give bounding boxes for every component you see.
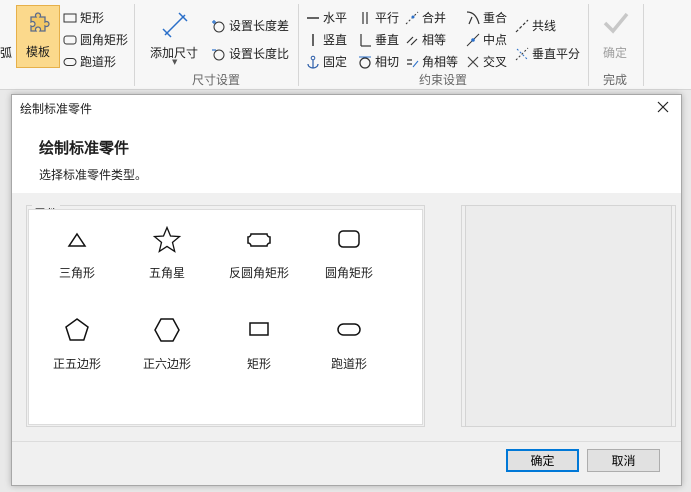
constraint-coincident-button[interactable]: 重合: [466, 9, 507, 26]
dialog-heading: 绘制标准零件: [39, 139, 130, 157]
ribbon: 弧 模板 矩形 圆角矩形 跑道形 添加尺寸 ▼ 设置长度差 设置长度比 尺寸设置…: [0, 0, 691, 90]
part-rounded-rect[interactable]: 圆角矩形: [307, 226, 391, 296]
anchor-icon: [307, 55, 319, 69]
coincident-icon: [466, 10, 480, 24]
equal-icon: [406, 36, 418, 45]
parallel-icon: [362, 11, 368, 24]
constraint-equal-button[interactable]: 相等: [405, 31, 446, 48]
ribbon-separator: [588, 4, 589, 86]
length-ratio-icon: [212, 48, 225, 60]
constraint-equal-angle-button[interactable]: 角相等: [405, 53, 458, 70]
perpendicular-icon: [360, 33, 371, 47]
set-length-ratio-button[interactable]: 设置长度比: [210, 45, 289, 62]
triangle-icon: [67, 232, 87, 247]
vertical-icon: [312, 33, 314, 46]
midpoint-icon: [466, 33, 480, 46]
rect-icon: [63, 13, 77, 22]
rect-icon: [249, 322, 269, 336]
constraint-horizontal-button[interactable]: 水平: [306, 9, 347, 26]
dimension-icon: [162, 12, 188, 38]
ribbon-arc-button[interactable]: 弧: [0, 44, 12, 61]
equal-angle-icon: [407, 58, 419, 67]
part-inverse-rounded-rect[interactable]: 反圆角矩形: [217, 226, 301, 296]
footer-divider: [12, 441, 681, 442]
racetrack-icon: [63, 57, 77, 66]
horizontal-icon: [307, 16, 319, 19]
constraint-group-label: 约束设置: [419, 73, 468, 87]
part-rect[interactable]: 矩形: [217, 317, 301, 387]
add-dimension-button[interactable]: 添加尺寸 ▼: [150, 10, 200, 66]
dialog-subtitle: 选择标准零件类型。: [39, 168, 148, 182]
parts-list: 三角形 五角星 反圆角矩形 圆角矩形 正五边形 正六边形 矩形 跑道形: [28, 209, 423, 425]
set-length-diff-button[interactable]: 设置长度差: [210, 17, 289, 34]
star-icon: [152, 226, 182, 253]
tangent-icon: [359, 56, 371, 69]
template-button[interactable]: 模板: [16, 5, 60, 68]
ok-button[interactable]: 确定: [506, 449, 579, 472]
hexagon-icon: [154, 318, 180, 342]
dialog-titlebar[interactable]: 绘制标准零件: [12, 95, 681, 119]
draw-standard-part-dialog: 绘制标准零件 绘制标准零件 选择标准零件类型。 零件 三角形 五角星 反圆角矩形…: [11, 94, 682, 486]
constraint-perpendicular-button[interactable]: 垂直: [358, 31, 399, 48]
dialog-header: 绘制标准零件 选择标准零件类型。: [12, 119, 681, 193]
rounded-rect-icon: [63, 35, 77, 44]
part-star[interactable]: 五角星: [125, 226, 209, 296]
puzzle-icon: [30, 12, 50, 32]
shape-rect-button[interactable]: 矩形: [63, 9, 104, 26]
checkmark-icon: [603, 12, 629, 34]
constraint-tangent-button[interactable]: 相切: [358, 53, 399, 70]
constraint-merge-button[interactable]: 合并: [405, 9, 446, 26]
shape-racetrack-button[interactable]: 跑道形: [63, 53, 116, 70]
constraint-collinear-button[interactable]: 共线: [515, 17, 556, 34]
constraint-midpoint-button[interactable]: 中点: [466, 31, 507, 48]
chevron-down-icon: ▼: [172, 58, 178, 66]
ribbon-confirm-button[interactable]: 确定: [600, 10, 632, 62]
constraint-perpendicular-bisector-button[interactable]: 垂直平分: [515, 45, 580, 62]
racetrack-icon: [337, 323, 361, 336]
part-racetrack[interactable]: 跑道形: [307, 317, 391, 387]
perpendicular-bisector-icon: [515, 47, 529, 60]
cancel-button[interactable]: 取消: [587, 449, 660, 472]
collinear-icon: [515, 19, 529, 32]
preview-area: [465, 205, 672, 427]
merge-icon: [405, 11, 419, 24]
constraint-vertical-button[interactable]: 竖直: [306, 31, 347, 48]
pentagon-icon: [65, 318, 89, 341]
shape-rounded-rect-button[interactable]: 圆角矩形: [63, 31, 128, 48]
part-pentagon[interactable]: 正五边形: [35, 317, 119, 387]
length-diff-icon: [212, 19, 225, 32]
ribbon-separator: [298, 4, 299, 86]
template-label: 模板: [25, 45, 50, 59]
dimension-group-label: 尺寸设置: [192, 73, 241, 87]
ribbon-separator: [643, 4, 644, 86]
inverse-rounded-rect-icon: [247, 233, 271, 247]
ribbon-separator: [134, 4, 135, 86]
close-icon[interactable]: [655, 99, 671, 115]
part-triangle[interactable]: 三角形: [35, 226, 119, 296]
dialog-title: 绘制标准零件: [20, 102, 93, 116]
constraint-intersect-button[interactable]: 交叉: [466, 53, 507, 70]
finish-group-label: 完成: [603, 73, 628, 87]
intersect-icon: [467, 56, 479, 67]
rounded-rect-icon: [338, 230, 360, 248]
part-hexagon[interactable]: 正六边形: [125, 317, 209, 387]
constraint-fixed-button[interactable]: 固定: [306, 53, 347, 70]
constraint-parallel-button[interactable]: 平行: [358, 9, 399, 26]
